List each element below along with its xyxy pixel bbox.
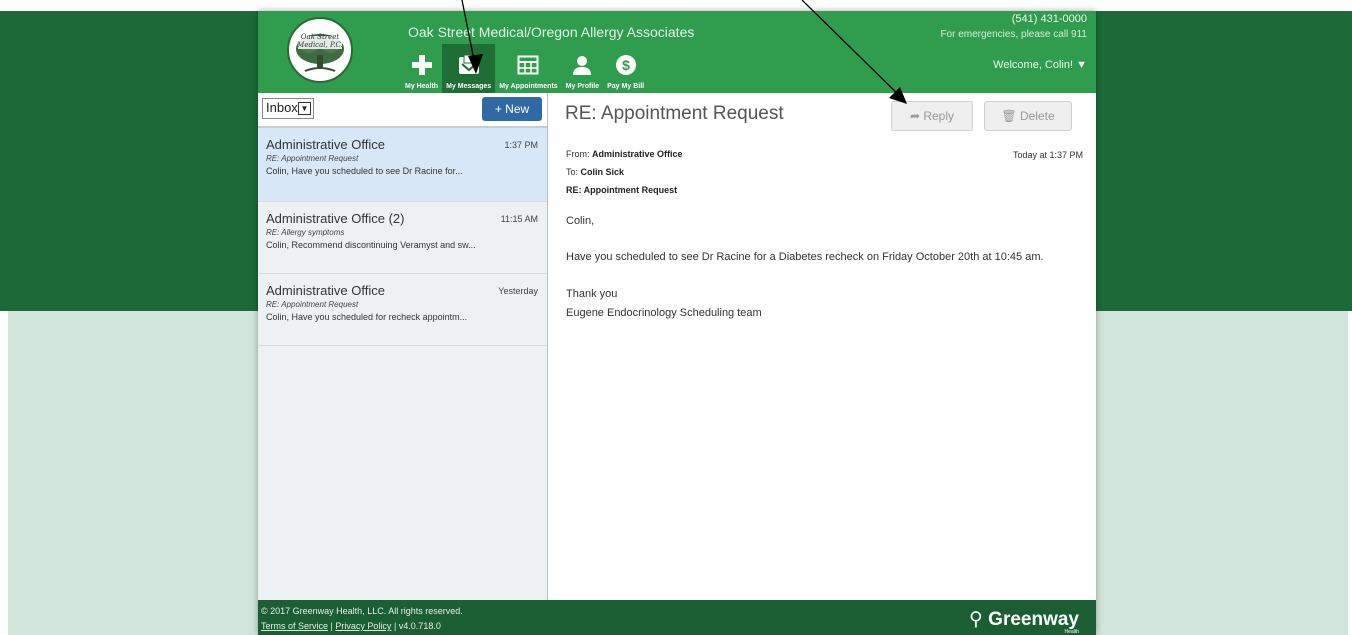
message-sender: Administrative Office (2) [266,211,405,226]
chevron-down-icon: ▼ [298,102,311,115]
reply-button[interactable]: ➦ Reply [891,101,973,131]
delete-button[interactable]: 🗑 Delete [984,101,1072,131]
privacy-link[interactable]: Privacy Policy [335,621,391,631]
reply-label: Reply [923,109,955,123]
svg-text:$: $ [622,57,630,73]
greenway-logo: ⚲ Greenway [969,608,1079,631]
terms-link[interactable]: Terms of Service [261,621,328,631]
page-right-strip [1348,311,1352,635]
subject-value: RE: Appointment Request [566,185,678,195]
practice-phone: (541) 431-0000 [1011,13,1087,25]
trash-icon: 🗑 [1001,109,1020,123]
message-preview: Colin, Recommend discontinuing Veramyst … [266,240,476,250]
message-list-item[interactable]: Administrative Office Yesterday RE: Appo… [258,274,547,346]
message-list-pane: Inbox ▼ + New Administrative Office 1:37… [258,93,548,600]
greenway-sub: Health [1064,629,1079,635]
plus-icon [409,52,435,78]
portal-header: Oak Street Medical, P.C. Oak Street Medi… [258,11,1096,93]
message-list-item[interactable]: Administrative Office 1:37 PM RE: Appoin… [258,128,547,202]
nav-label: Pay My Bill [607,83,645,90]
message-preview: Colin, Have you scheduled for recheck ap… [266,312,468,322]
message-subject: RE: Allergy symptoms [266,228,345,237]
footer-separator: | [330,621,333,631]
folder-select[interactable]: Inbox ▼ [262,98,314,119]
copyright-text: © 2017 Greenway Health, LLC. All rights … [261,606,463,616]
page-top-strip [0,0,1352,11]
nav-label: My Messages [446,83,492,90]
message-list-item[interactable]: Administrative Office (2) 11:15 AM RE: A… [258,202,547,274]
nav-my-profile[interactable]: My Profile [562,44,603,93]
practice-logo[interactable]: Oak Street Medical, P.C. [287,17,353,83]
message-to: To: Colin Sick [566,167,624,177]
reply-icon: ➦ [909,109,924,123]
to-label: To: [566,167,579,177]
message-time: Yesterday [498,286,538,296]
to-value: Colin Sick [580,167,625,177]
message-subject: RE: Appointment Request [266,154,359,163]
message-time: 11:15 AM [500,214,538,224]
folder-select-value: Inbox [266,100,298,115]
message-title: RE: Appointment Request [565,103,784,124]
nav-my-messages[interactable]: My Messages [442,44,496,93]
nav-label: My Health [405,83,439,90]
message-subject-line: RE: Appointment Request [566,185,677,195]
envelope-icon [456,52,482,78]
nav-label: My Profile [565,83,600,90]
practice-name: Oak Street Medical/Oregon Allergy Associ… [408,24,695,40]
message-signature: Eugene Endocrinology Scheduling team [566,307,762,319]
message-date: Today at 1:37 PM [1012,150,1083,160]
message-list-toolbar: Inbox ▼ + New [258,93,547,128]
logo-text: Oak Street Medical, P.C. [297,33,343,49]
delete-label: Delete [1019,109,1055,123]
people-icon: ⚲ [968,609,989,630]
message-from: From: Administrative Office [566,149,683,159]
message-preview: Colin, Have you scheduled to see Dr Raci… [266,166,463,176]
nav-label: My Appointments [499,83,558,90]
message-greeting: Colin, [566,215,595,227]
dollar-icon: $ [613,52,639,78]
footer-separator: | [393,621,397,631]
nav-pay-my-bill[interactable]: $ Pay My Bill [603,44,648,93]
message-closing: Thank you [566,288,618,300]
footer-links: Terms of Service | Privacy Policy | v4.0… [261,621,441,631]
calendar-icon [515,52,541,78]
message-detail-pane: RE: Appointment Request ➦ Reply 🗑 Delete… [550,93,1096,600]
message-time: 1:37 PM [504,140,538,150]
user-menu[interactable]: Welcome, Colin! ▼ [993,59,1087,71]
portal-window: Oak Street Medical, P.C. Oak Street Medi… [258,11,1096,635]
oak-tree-icon [291,21,349,79]
message-sender: Administrative Office [266,137,385,152]
portal-footer: © 2017 Greenway Health, LLC. All rights … [258,600,1096,635]
person-icon [569,52,595,78]
from-label: From: [566,149,590,159]
main-nav: My Health My Messages My Appointments My… [401,44,648,93]
message-body: Have you scheduled to see Dr Racine for … [566,251,1044,263]
new-message-button[interactable]: + New [482,97,542,121]
emergency-note: For emergencies, please call 911 [940,29,1087,40]
message-subject: RE: Appointment Request [266,300,359,309]
nav-my-health[interactable]: My Health [401,44,442,93]
version-text: v4.0.718.0 [398,621,441,631]
nav-my-appointments[interactable]: My Appointments [495,44,561,93]
from-value: Administrative Office [592,149,683,159]
page-left-strip [0,311,8,635]
greenway-brand: Greenway [988,609,1079,630]
